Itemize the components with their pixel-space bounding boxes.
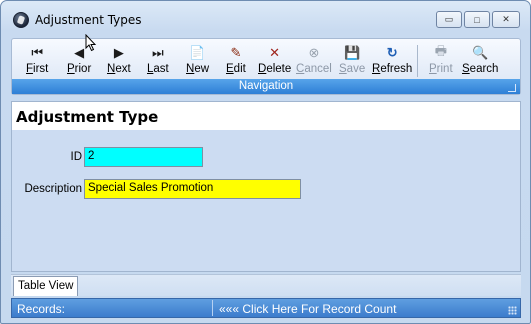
heading-strip: Adjustment Type: [12, 102, 520, 130]
search-magnifier-icon: 🔍: [472, 45, 489, 60]
search-button[interactable]: 🔍 Search: [462, 43, 498, 79]
record-count-link[interactable]: ««« Click Here For Record Count: [219, 302, 396, 316]
title-bar[interactable]: Adjustment Types ▭ □ ✕: [1, 1, 530, 31]
maximize-button[interactable]: □: [464, 11, 490, 28]
save-button[interactable]: 💾 Save: [339, 43, 365, 79]
dialog-launcher-icon[interactable]: [508, 84, 516, 92]
new-label: New: [186, 63, 210, 75]
cancel-icon: ⊗: [308, 45, 320, 60]
save-label: Save: [339, 63, 366, 75]
print-button[interactable]: 🖶 Print: [429, 43, 453, 79]
new-document-icon: 📄: [189, 45, 206, 60]
id-field[interactable]: 2: [84, 147, 203, 167]
last-record-icon: ⏭: [152, 45, 164, 60]
description-field[interactable]: Special Sales Promotion: [84, 179, 301, 199]
printer-icon: 🖶: [434, 43, 447, 58]
delete-label: Delete: [258, 63, 292, 75]
view-tab-strip: Table View: [11, 274, 521, 296]
close-button[interactable]: ✕: [492, 11, 520, 28]
toolbar-separator: [417, 45, 418, 77]
first-label: First: [26, 63, 49, 75]
window-title: Adjustment Types: [35, 13, 142, 27]
next-button[interactable]: ▶ Next: [107, 43, 131, 79]
prior-label: Prior: [67, 63, 92, 75]
cancel-label: Cancel: [296, 63, 332, 75]
maximize-icon: □: [474, 14, 480, 25]
cancel-button[interactable]: ⊗ Cancel: [296, 43, 332, 79]
mouse-cursor-icon: [85, 34, 97, 52]
form-area: Adjustment Type ID 2 Description Special…: [11, 101, 521, 272]
navigation-group-bar: Navigation: [12, 79, 520, 94]
last-label: Last: [147, 63, 169, 75]
refresh-label: Refresh: [372, 63, 413, 75]
edit-label: Edit: [226, 63, 246, 75]
status-bar: Records: ««« Click Here For Record Count: [11, 298, 521, 318]
next-label: Next: [107, 63, 131, 75]
print-label: Print: [429, 63, 453, 75]
status-divider: [212, 300, 213, 316]
description-label: Description: [24, 183, 82, 195]
tab-table-view[interactable]: Table View: [13, 276, 79, 296]
last-button[interactable]: ⏭ Last: [147, 43, 169, 79]
save-disk-icon: 💾: [344, 45, 361, 60]
delete-button[interactable]: ✕ Delete: [258, 43, 291, 79]
prior-record-icon: ◀: [74, 45, 85, 60]
minimize-icon: ▭: [444, 14, 454, 24]
new-button[interactable]: 📄 New: [186, 43, 209, 79]
search-label: Search: [462, 63, 499, 75]
delete-x-icon: ✕: [269, 45, 281, 60]
edit-button[interactable]: ✎ Edit: [226, 43, 246, 79]
first-button[interactable]: ⏮ First: [26, 43, 48, 79]
first-record-icon: ⏮: [31, 45, 44, 60]
next-record-icon: ▶: [113, 45, 124, 60]
id-label: ID: [70, 151, 83, 163]
app-icon: [13, 12, 29, 28]
refresh-icon: ↻: [386, 45, 398, 60]
form-heading: Adjustment Type: [16, 108, 159, 126]
close-icon: ✕: [502, 14, 510, 24]
minimize-button[interactable]: ▭: [436, 11, 462, 28]
window-controls: ▭ □ ✕: [436, 11, 520, 28]
adjustment-types-window: Adjustment Types ▭ □ ✕ ⏮ First ◀ Prior ▶…: [0, 0, 531, 324]
resize-grip-icon[interactable]: [508, 306, 517, 315]
records-label: Records:: [17, 302, 66, 316]
refresh-button[interactable]: ↻ Refresh: [372, 43, 412, 79]
edit-pencil-icon: ✎: [230, 45, 242, 60]
navigation-group-label: Navigation: [238, 80, 294, 92]
